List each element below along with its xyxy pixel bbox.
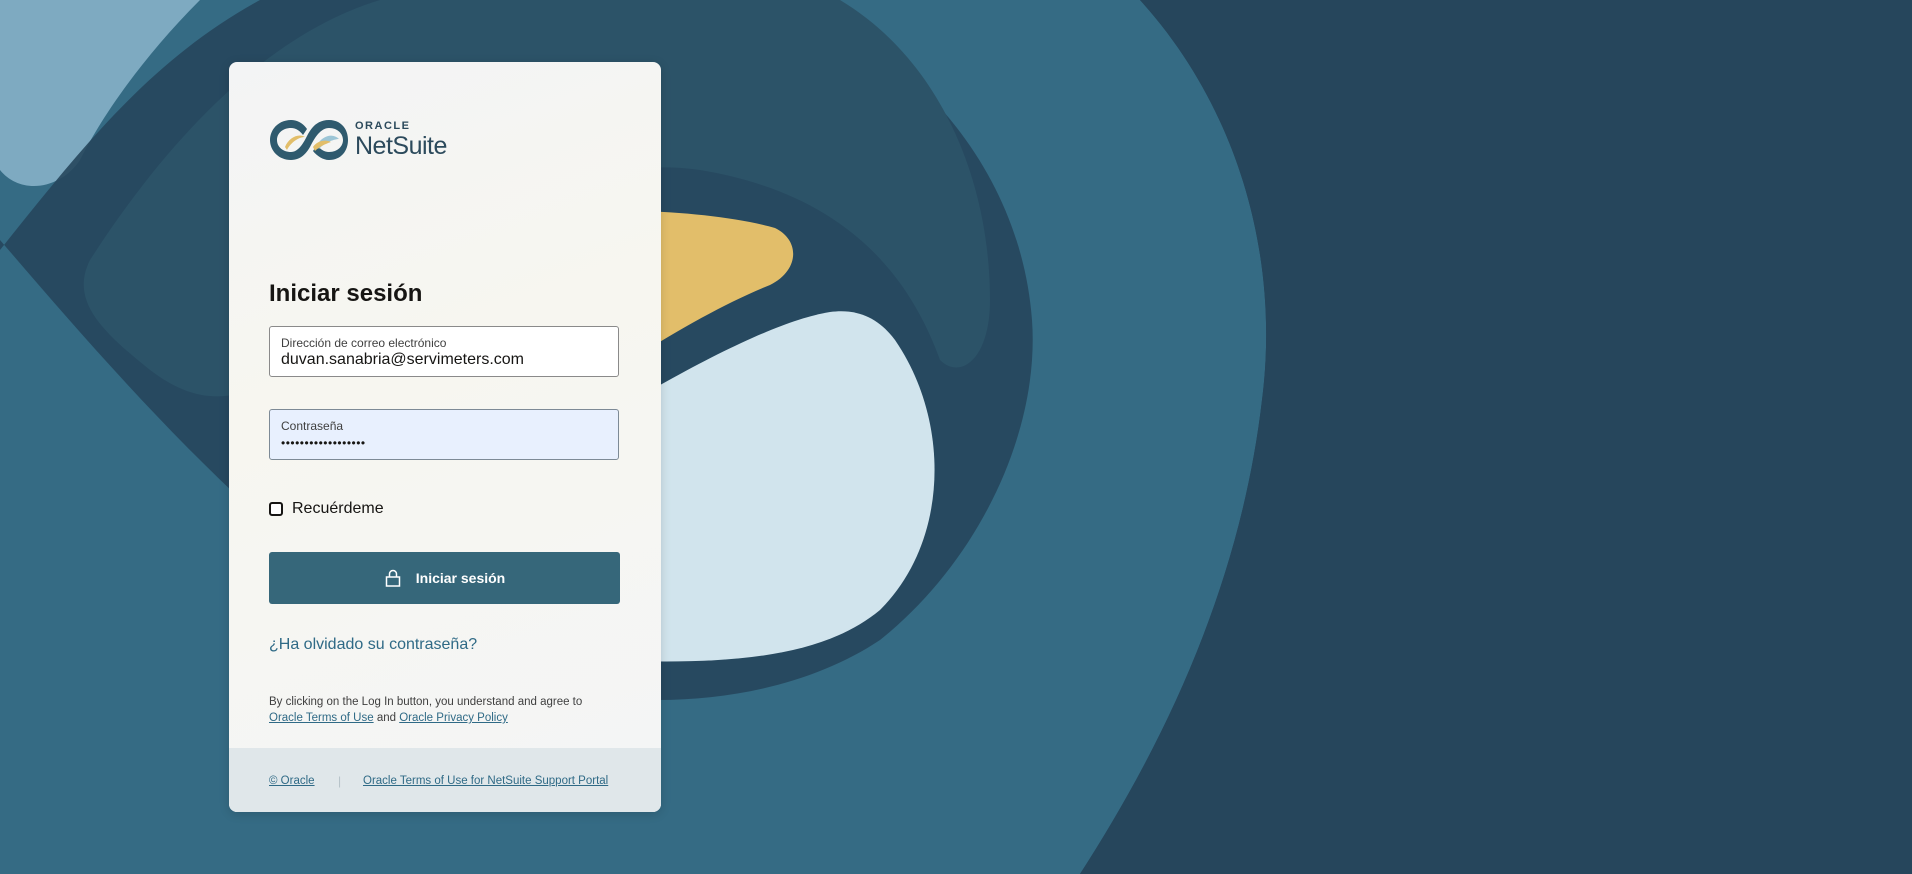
login-button-label: Iniciar sesión	[415, 570, 506, 586]
login-card: ORACLE NetSuite Iniciar sesión Dirección…	[229, 62, 661, 812]
login-button[interactable]: Iniciar sesión	[269, 552, 620, 604]
netsuite-logo: ORACLE NetSuite	[269, 117, 447, 163]
legal-and-text: and	[376, 712, 396, 724]
remember-me-option[interactable]: Recuérdeme	[269, 500, 384, 518]
legal-text: By clicking on the Log In button, you un…	[269, 696, 583, 708]
lock-icon	[385, 569, 400, 587]
email-input[interactable]: duvan.sanabria@servimeters.com	[281, 351, 524, 369]
netsuite-wordmark: NetSuite	[355, 132, 447, 160]
password-input[interactable]: ••••••••••••••••••	[281, 436, 366, 450]
privacy-policy-link[interactable]: Oracle Privacy Policy	[399, 712, 508, 724]
footer-separator: |	[338, 774, 342, 788]
forgot-password-link[interactable]: ¿Ha olvidado su contraseña?	[269, 636, 477, 654]
legal-notice: By clicking on the Log In button, you un…	[269, 694, 629, 726]
email-field-label: Dirección de correo electrónico	[281, 336, 447, 350]
email-field[interactable]: Dirección de correo electrónico duvan.sa…	[269, 326, 619, 377]
netsuite-infinity-icon	[270, 120, 348, 160]
remember-me-label[interactable]: Recuérdeme	[292, 500, 384, 518]
password-field[interactable]: Contraseña ••••••••••••••••••	[269, 409, 619, 460]
remember-me-checkbox[interactable]	[269, 502, 283, 516]
copyright-link[interactable]: © Oracle	[269, 775, 315, 787]
card-footer: © Oracle | Oracle Terms of Use for NetSu…	[229, 748, 661, 812]
password-field-label: Contraseña	[281, 419, 344, 433]
support-terms-link[interactable]: Oracle Terms of Use for NetSuite Support…	[363, 775, 608, 787]
terms-of-use-link[interactable]: Oracle Terms of Use	[269, 712, 374, 724]
page-title: Iniciar sesión	[269, 280, 423, 307]
oracle-wordmark: ORACLE	[355, 120, 411, 132]
